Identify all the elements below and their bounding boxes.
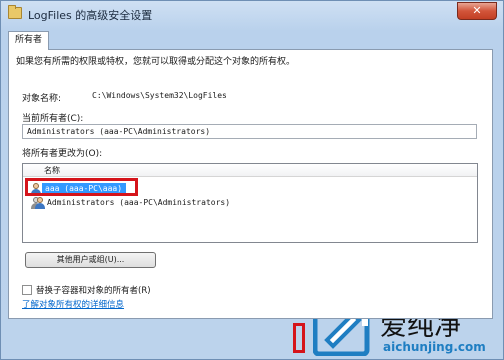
group-member-icon: [35, 197, 45, 209]
title-bar[interactable]: LogFiles 的高级安全设置 ✕: [1, 1, 503, 27]
watermark-url: aichunjing.com: [383, 340, 486, 354]
window-title: LogFiles 的高级安全设置: [28, 9, 153, 22]
other-users-button[interactable]: 其他用户或组(U)...: [25, 252, 156, 268]
name-column-header[interactable]: 名称: [23, 164, 477, 177]
tab-owner[interactable]: 所有者: [8, 31, 49, 50]
red-highlight-box: [25, 178, 138, 196]
folder-icon: [8, 5, 22, 19]
list-item-label[interactable]: Administrators (aaa-PC\Administrators): [47, 196, 230, 210]
red-highlight-mark: [293, 323, 305, 353]
list-item[interactable]: Administrators (aaa-PC\Administrators): [25, 196, 475, 210]
change-owner-label: 将所有者更改为(O):: [22, 149, 103, 159]
replace-owner-checkbox[interactable]: [22, 285, 32, 295]
replace-owner-label[interactable]: 替换子容器和对象的所有者(R): [36, 284, 151, 296]
current-owner-label: 当前所有者(C):: [22, 114, 84, 124]
current-owner-field[interactable]: Administrators (aaa-PC\Administrators): [22, 124, 477, 139]
close-button[interactable]: ✕: [457, 2, 497, 20]
ownership-details-link[interactable]: 了解对象所有权的详细信息: [22, 298, 124, 310]
owner-listbox[interactable]: 名称 aaa (aaa-PC\aaa) Administrators (aaa-…: [22, 163, 478, 243]
object-name-value: C:\Windows\System32\LogFiles: [92, 91, 227, 100]
object-name-label: 对象名称:: [22, 94, 62, 104]
intro-text: 如果您有所需的权限或特权，您就可以取得或分配这个对象的所有权。: [16, 57, 296, 67]
